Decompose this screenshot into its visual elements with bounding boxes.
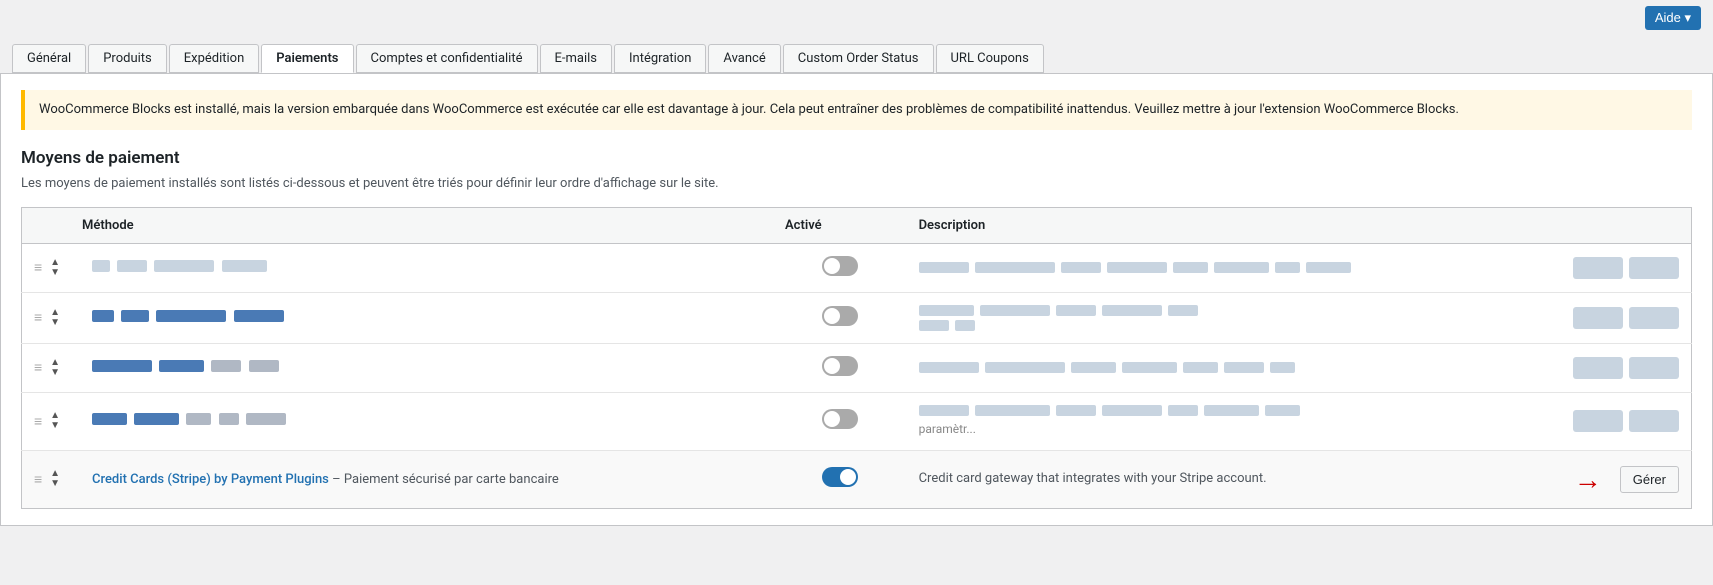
- toggle-cell: [773, 243, 907, 292]
- table-row: ≡ ▲ ▼: [22, 343, 1692, 392]
- tab-emails[interactable]: E-mails: [540, 44, 613, 73]
- action-cell: → Gérer: [1491, 450, 1691, 508]
- main-content: WooCommerce Blocks est installé, mais la…: [0, 74, 1713, 526]
- tab-produits[interactable]: Produits: [88, 44, 167, 73]
- table-header-row: Méthode Activé Description: [22, 207, 1692, 243]
- action-cell: [1491, 292, 1691, 343]
- aide-button[interactable]: Aide ▾: [1645, 6, 1701, 30]
- method-name-blurred: [92, 310, 284, 326]
- method-link[interactable]: Credit Cards (Stripe) by Payment Plugins: [92, 472, 329, 487]
- drag-handle-icon[interactable]: ≡: [34, 413, 42, 430]
- sort-up-icon[interactable]: ▲: [50, 258, 60, 268]
- toggle-switch[interactable]: [822, 256, 858, 276]
- col-header-methode: Méthode: [22, 207, 774, 243]
- desc-cell: [907, 243, 1492, 292]
- method-cell: ≡ ▲ ▼: [22, 343, 774, 392]
- sort-down-icon[interactable]: ▼: [50, 268, 60, 278]
- method-name-blurred: [92, 413, 286, 429]
- tab-custom-order[interactable]: Custom Order Status: [783, 44, 934, 73]
- desc-cell: [907, 292, 1492, 343]
- toggle-switch[interactable]: [822, 356, 858, 376]
- table-row: ≡ ▲ ▼: [22, 243, 1692, 292]
- sort-down-icon[interactable]: ▼: [50, 479, 60, 489]
- drag-controls: ≡ ▲ ▼: [34, 258, 84, 278]
- table-row: ≡ ▲ ▼: [22, 292, 1692, 343]
- table-row: ≡ ▲ ▼: [22, 392, 1692, 450]
- drag-handle-icon[interactable]: ≡: [34, 471, 42, 488]
- method-cell: ≡ ▲ ▼: [22, 243, 774, 292]
- sort-up-icon[interactable]: ▲: [50, 308, 60, 318]
- sort-arrows: ▲ ▼: [50, 308, 60, 328]
- drag-controls: ≡ ▲ ▼: [34, 469, 84, 489]
- tab-expedition[interactable]: Expédition: [169, 44, 260, 73]
- method-cell: ≡ ▲ ▼ Credit Cards (Stripe) by Payment P…: [22, 450, 774, 508]
- sort-down-icon[interactable]: ▼: [50, 318, 60, 328]
- toggle-cell: [773, 392, 907, 450]
- section-title: Moyens de paiement: [21, 148, 1692, 168]
- action-cell: [1491, 343, 1691, 392]
- sort-up-icon[interactable]: ▲: [50, 358, 60, 368]
- sort-arrows: ▲ ▼: [50, 358, 60, 378]
- toggle-switch[interactable]: [822, 409, 858, 429]
- method-name-blurred: [92, 360, 279, 376]
- method-name-blurred: [92, 260, 267, 276]
- tab-avance[interactable]: Avancé: [708, 44, 780, 73]
- top-bar: Aide ▾: [0, 0, 1713, 36]
- toggle-switch[interactable]: [822, 306, 858, 326]
- tab-general[interactable]: Général: [12, 44, 86, 73]
- tab-paiements[interactable]: Paiements: [261, 44, 353, 73]
- col-header-active: Activé: [773, 207, 907, 243]
- payment-table: Méthode Activé Description ≡ ▲ ▼: [21, 207, 1692, 509]
- sort-arrows: ▲ ▼: [50, 411, 60, 431]
- section-description: Les moyens de paiement installés sont li…: [21, 176, 1692, 191]
- method-name-container: Credit Cards (Stripe) by Payment Plugins…: [92, 472, 559, 487]
- method-cell: ≡ ▲ ▼: [22, 392, 774, 450]
- sort-arrows: ▲ ▼: [50, 469, 60, 489]
- col-header-action: [1491, 207, 1691, 243]
- drag-controls: ≡ ▲ ▼: [34, 308, 84, 328]
- tab-url-coupons[interactable]: URL Coupons: [936, 44, 1044, 73]
- col-header-description: Description: [907, 207, 1492, 243]
- sort-down-icon[interactable]: ▼: [50, 368, 60, 378]
- drag-handle-icon[interactable]: ≡: [34, 309, 42, 326]
- gerer-button[interactable]: Gérer: [1620, 466, 1679, 493]
- desc-cell: Credit card gateway that integrates with…: [907, 450, 1492, 508]
- action-cell: [1491, 392, 1691, 450]
- toggle-switch-active[interactable]: [822, 467, 858, 487]
- desc-cell: paramètr...: [907, 392, 1492, 450]
- drag-controls: ≡ ▲ ▼: [34, 411, 84, 431]
- blurred-sub-text: paramètr...: [919, 422, 976, 436]
- drag-controls: ≡ ▲ ▼: [34, 358, 84, 378]
- notice-text: WooCommerce Blocks est installé, mais la…: [39, 102, 1459, 117]
- method-cell: ≡ ▲ ▼: [22, 292, 774, 343]
- notice-warning: WooCommerce Blocks est installé, mais la…: [21, 90, 1692, 130]
- table-row: ≡ ▲ ▼ Credit Cards (Stripe) by Payment P…: [22, 450, 1692, 508]
- tab-comptes[interactable]: Comptes et confidentialité: [356, 44, 538, 73]
- action-cell: [1491, 243, 1691, 292]
- toggle-cell: [773, 343, 907, 392]
- toggle-cell: [773, 450, 907, 508]
- payment-description: Credit card gateway that integrates with…: [919, 471, 1267, 486]
- sort-down-icon[interactable]: ▼: [50, 421, 60, 431]
- method-subtitle: – Paiement sécurisé par carte bancaire: [332, 472, 559, 487]
- sort-arrows: ▲ ▼: [50, 258, 60, 278]
- tab-integration[interactable]: Intégration: [614, 44, 706, 73]
- drag-handle-icon[interactable]: ≡: [34, 259, 42, 276]
- desc-cell: [907, 343, 1492, 392]
- drag-handle-icon[interactable]: ≡: [34, 359, 42, 376]
- tabs-container: Général Produits Expédition Paiements Co…: [0, 36, 1713, 74]
- toggle-cell: [773, 292, 907, 343]
- red-arrow-icon: →: [1574, 463, 1602, 496]
